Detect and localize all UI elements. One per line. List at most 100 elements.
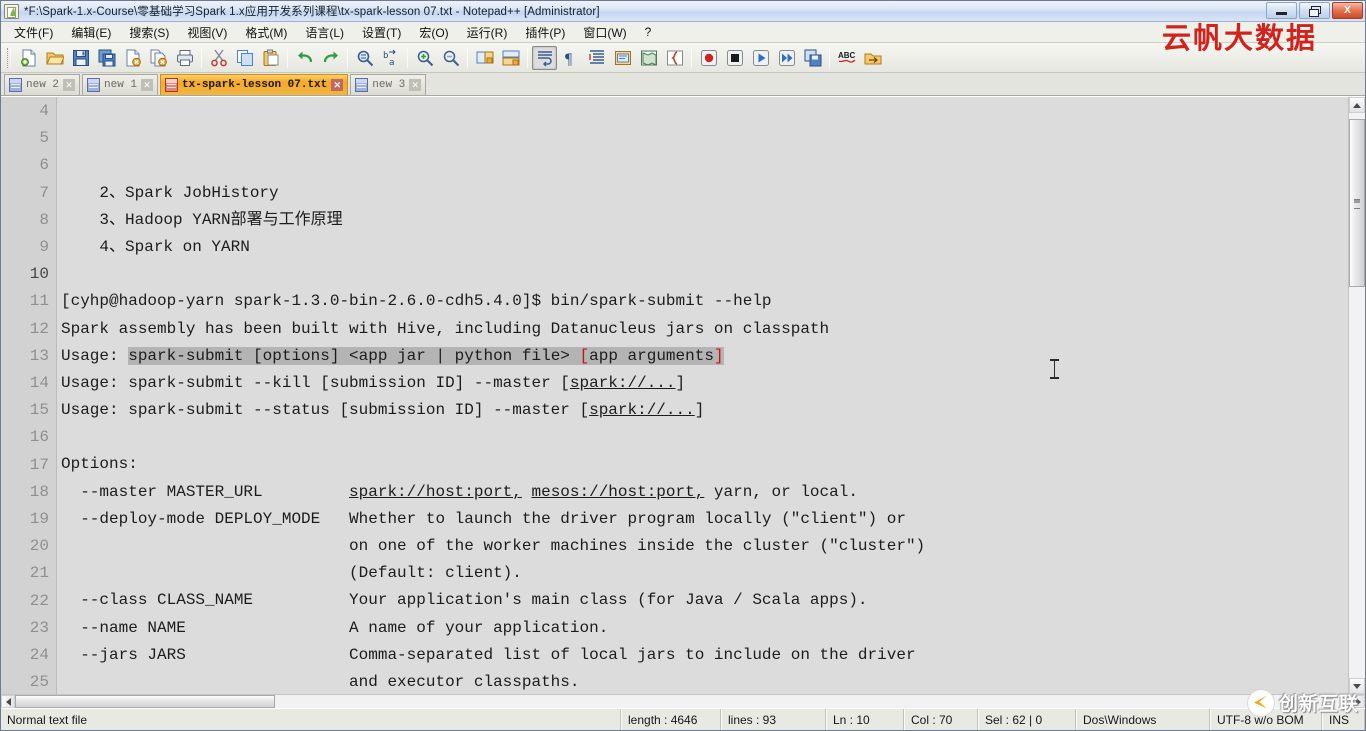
code-line[interactable]: (Default: client). [61,560,1348,587]
menu-help[interactable]: ? [636,23,661,41]
toolbar-button-word-wrap[interactable] [532,45,557,70]
toolbar-button-replace[interactable]: ba [378,46,403,70]
toolbar-button-sync-vertical-scroll[interactable] [472,46,497,70]
toolbar-button-close-file[interactable] [120,46,145,70]
toolbar-button-run-macro-multiple[interactable] [774,46,799,70]
close-button[interactable]: X [1332,2,1363,19]
toolbar-button-new-file[interactable] [16,46,41,70]
tab-close-icon[interactable]: ✕ [409,79,422,91]
horizontal-scrollbar[interactable] [1,694,1365,708]
code-line[interactable] [61,424,1348,451]
code-line[interactable]: on one of the worker machines inside the… [61,533,1348,560]
notepadpp-window: *F:\Spark-1.x-Course\零基础学习Spark 1.x应用开发系… [0,0,1366,731]
code-line[interactable]: Usage: spark-submit --status [submission… [61,397,1348,424]
code-line[interactable]: Usage: spark-submit [options] <app jar |… [61,343,1348,370]
text-editor-content[interactable]: 2、Spark JobHistory 3、Hadoop YARN部署与工作原理 … [57,97,1348,694]
toolbar-button-spell-check[interactable]: ABC [834,46,859,70]
scroll-left-button[interactable] [1,695,15,708]
scroll-up-button[interactable] [1349,97,1365,113]
toolbar-button-close-all[interactable] [146,46,171,70]
code-line[interactable]: 3、Hadoop YARN部署与工作原理 [61,207,1348,234]
line-number: 7 [39,183,49,202]
toolbar-button-undo[interactable] [292,46,317,70]
line-number: 4 [39,102,49,120]
horizontal-scroll-track[interactable] [15,695,1351,708]
toolbar-button-copy[interactable] [232,46,257,70]
toolbar-button-zoom-out[interactable] [438,46,463,70]
tab-close-icon[interactable]: ✕ [331,79,344,91]
line-number: 15 [29,401,49,420]
toolbar-button-find[interactable] [352,46,377,70]
code-line[interactable]: Spark assembly has been built with Hive,… [61,316,1348,343]
tab-close-icon[interactable]: ✕ [141,79,154,91]
code-line[interactable]: 2、Spark JobHistory [61,180,1348,207]
scroll-right-button[interactable] [1351,695,1365,708]
line-number: 14 [29,374,49,393]
menu-run[interactable]: 运行(R) [458,22,517,43]
tab-close-icon[interactable]: ✕ [63,79,76,91]
toolbar-button-save-all[interactable] [94,46,119,70]
toolbar-button-stop-macro[interactable] [722,46,747,70]
scroll-down-button[interactable] [1349,678,1365,694]
toolbar-button-record-macro[interactable] [696,46,721,70]
code-line[interactable]: --class CLASS_NAME Your application's ma… [61,587,1348,614]
line-number: 22 [29,591,49,610]
toolbar-button-zoom-in[interactable] [412,46,437,70]
chevron-up-icon [1353,102,1361,108]
toolbar-button-play-macro[interactable] [748,46,773,70]
tab-new-3[interactable]: new 3 ✕ [350,74,427,95]
code-line[interactable] [61,261,1348,288]
toolbar-button-cut[interactable] [206,46,231,70]
toolbar-button-show-all-chars[interactable]: ¶ [558,46,583,70]
tab-bar: new 2 ✕ new 1 ✕ tx-spark-lesson 07.txt ✕ new 3… [1,73,1365,96]
menu-window[interactable]: 窗口(W) [574,22,635,43]
toolbar-button-save[interactable] [68,46,93,70]
tab-tx-spark-lesson-07[interactable]: tx-spark-lesson 07.txt ✕ [160,74,349,95]
toolbar-button-paste[interactable] [258,46,283,70]
toolbar-button-print[interactable] [172,46,197,70]
menu-macro[interactable]: 宏(O) [410,22,457,43]
toolbar-button-save-macro[interactable] [800,46,825,70]
menu-file[interactable]: 文件(F) [5,22,62,43]
toolbar-grip[interactable] [7,47,11,68]
line-number: 18 [29,482,49,501]
vertical-scroll-track[interactable] [1349,113,1365,678]
code-line[interactable]: --master MASTER_URL spark://host:port, m… [61,479,1348,506]
maximize-button[interactable] [1299,2,1330,19]
vertical-scrollbar[interactable] [1348,97,1365,694]
toolbar-button-doc-map[interactable] [636,46,661,70]
line-number: 12 [29,319,49,338]
code-line[interactable]: --jars JARS Comma-separated list of loca… [61,642,1348,669]
menu-plugins[interactable]: 插件(P) [516,22,574,43]
toolbar-button-user-defined-dialog[interactable] [610,46,635,70]
code-line[interactable]: --deploy-mode DEPLOY_MODE Whether to lau… [61,506,1348,533]
toolbar-button-function-list[interactable] [662,46,687,70]
toolbar-button-indent-guide[interactable] [584,46,609,70]
menu-language[interactable]: 语言(L) [296,22,353,43]
spell-check-icon: ABC [838,49,856,67]
toolbar-button-open-file[interactable] [42,46,67,70]
code-line[interactable]: Options: [61,451,1348,478]
menu-settings[interactable]: 设置(T) [353,22,410,43]
code-line[interactable]: and executor classpaths. [61,669,1348,694]
tab-new-1[interactable]: new 1 ✕ [82,74,159,95]
code-line[interactable]: [cyhp@hadoop-yarn spark-1.3.0-bin-2.6.0-… [61,288,1348,315]
menu-view[interactable]: 视图(V) [178,22,236,43]
line-number: 6 [39,156,49,175]
toolbar-button-sync-horizontal-scroll[interactable] [498,46,523,70]
play-macro-icon [752,49,770,67]
horizontal-scroll-thumb[interactable] [15,695,275,708]
menu-bar: 文件(F) 编辑(E) 搜索(S) 视图(V) 格式(M) 语言(L) 设置(T… [1,22,1365,43]
code-line[interactable]: 4、Spark on YARN [61,234,1348,261]
vertical-scroll-thumb[interactable] [1349,119,1365,287]
menu-search[interactable]: 搜索(S) [120,22,178,43]
tab-new-2[interactable]: new 2 ✕ [4,74,81,95]
code-line[interactable]: --name NAME A name of your application. [61,615,1348,642]
menu-edit[interactable]: 编辑(E) [62,22,120,43]
toolbar-button-redo[interactable] [318,46,343,70]
minimize-button[interactable] [1266,2,1297,19]
tab-label: tx-spark-lesson 07.txt [182,79,328,91]
menu-format[interactable]: 格式(M) [236,22,296,43]
code-line[interactable]: Usage: spark-submit --kill [submission I… [61,370,1348,397]
toolbar-button-run[interactable] [860,46,885,70]
